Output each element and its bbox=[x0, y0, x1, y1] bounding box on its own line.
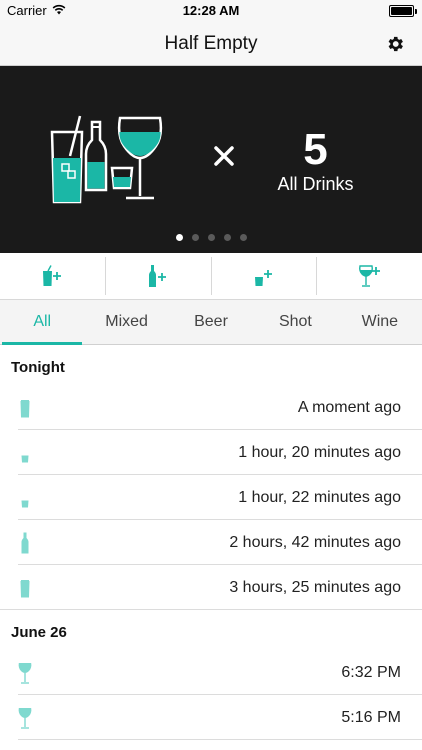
hero-summary[interactable]: 5 All Drinks bbox=[0, 66, 422, 253]
times-icon bbox=[214, 146, 234, 166]
drink-count: 5 bbox=[303, 125, 328, 174]
page-dot[interactable] bbox=[223, 234, 231, 241]
add-mixed-drink-button[interactable] bbox=[0, 257, 106, 295]
add-mixed-drink-icon bbox=[43, 265, 62, 286]
list-item[interactable]: 2 hours, 42 minutes ago bbox=[0, 520, 422, 565]
add-wine-button[interactable] bbox=[317, 257, 422, 295]
mixed-drink-icon bbox=[17, 385, 33, 430]
navigation-bar: Half Empty bbox=[0, 22, 422, 66]
add-drink-bar bbox=[0, 253, 422, 300]
drink-history-list: Tonight A moment ago 1 hour, 20 minutes … bbox=[0, 345, 422, 740]
gear-icon bbox=[388, 36, 403, 52]
drink-time: 6:32 PM bbox=[341, 663, 401, 681]
add-shot-button[interactable] bbox=[212, 257, 318, 295]
all-drinks-illustration-icon bbox=[50, 115, 163, 204]
settings-button[interactable] bbox=[382, 31, 408, 57]
list-item[interactable]: 3 hours, 25 minutes ago bbox=[0, 565, 422, 610]
battery-icon bbox=[389, 5, 417, 17]
drink-type-tabs: All Mixed Beer Shot Wine bbox=[0, 300, 422, 345]
list-item[interactable]: 5:16 PM bbox=[0, 695, 422, 740]
add-shot-icon bbox=[254, 270, 272, 286]
add-beer-icon bbox=[149, 265, 167, 287]
wine-glass-icon bbox=[17, 650, 33, 695]
add-wine-icon bbox=[358, 265, 380, 287]
page-title: Half Empty bbox=[164, 33, 258, 54]
list-item[interactable]: 1 hour, 20 minutes ago bbox=[0, 430, 422, 475]
list-item[interactable]: A moment ago bbox=[0, 385, 422, 430]
drink-time: 1 hour, 20 minutes ago bbox=[238, 443, 401, 461]
shot-glass-icon bbox=[17, 430, 33, 475]
tab-beer[interactable]: Beer bbox=[169, 300, 253, 344]
page-control[interactable] bbox=[0, 234, 422, 241]
status-time: 12:28 AM bbox=[182, 3, 240, 18]
wine-glass-icon bbox=[17, 695, 33, 740]
list-item[interactable]: 1 hour, 22 minutes ago bbox=[0, 475, 422, 520]
drink-count-label: All Drinks bbox=[277, 174, 354, 194]
drink-time: 5:16 PM bbox=[341, 708, 401, 726]
list-item[interactable]: 6:32 PM bbox=[0, 650, 422, 695]
section-header: June 26 bbox=[11, 623, 67, 641]
add-beer-button[interactable] bbox=[106, 257, 212, 295]
page-dot[interactable] bbox=[175, 234, 183, 241]
drink-time: A moment ago bbox=[297, 398, 401, 416]
beer-bottle-icon bbox=[17, 520, 33, 565]
tab-wine[interactable]: Wine bbox=[338, 300, 422, 344]
tab-mixed[interactable]: Mixed bbox=[84, 300, 168, 344]
status-bar: Carrier 12:28 AM bbox=[0, 0, 422, 22]
drink-time: 3 hours, 25 minutes ago bbox=[229, 578, 401, 596]
shot-glass-icon bbox=[17, 475, 33, 520]
page-dot[interactable] bbox=[191, 234, 199, 241]
mixed-drink-icon bbox=[17, 565, 33, 610]
section-header: Tonight bbox=[11, 358, 65, 376]
page-dot[interactable] bbox=[207, 234, 215, 241]
drink-time: 2 hours, 42 minutes ago bbox=[229, 533, 401, 551]
tab-shot[interactable]: Shot bbox=[253, 300, 337, 344]
drink-time: 1 hour, 22 minutes ago bbox=[238, 488, 401, 506]
tab-all[interactable]: All bbox=[0, 300, 84, 345]
page-dot[interactable] bbox=[239, 234, 247, 241]
